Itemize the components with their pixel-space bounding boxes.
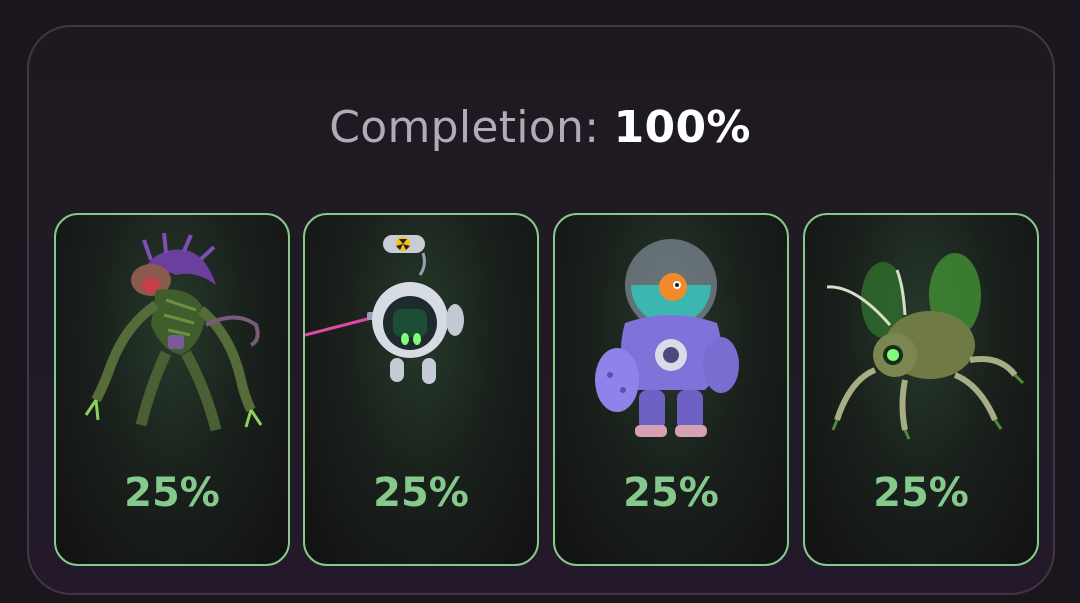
- character-card-3[interactable]: 25%: [553, 213, 789, 566]
- completion-value: 100%: [613, 102, 751, 153]
- card-percent: 25%: [124, 470, 220, 516]
- character-card-1[interactable]: 25%: [54, 213, 290, 566]
- completion-label: Completion:: [329, 102, 600, 153]
- mech-bug-icon: [826, 253, 1025, 440]
- mutant-beast-icon: [84, 232, 263, 432]
- armored-astronaut-icon: [595, 239, 739, 437]
- completion-heading: Completion: 100%: [0, 100, 1080, 156]
- card-percent: 25%: [623, 470, 719, 516]
- robot-drone-icon: [305, 235, 464, 384]
- card-percent: 25%: [873, 470, 969, 516]
- character-card-2[interactable]: 25%: [303, 213, 539, 566]
- character-card-4[interactable]: 25%: [803, 213, 1039, 566]
- card-percent: 25%: [373, 470, 469, 516]
- character-cards: 25% 25% 25% 25%: [54, 213, 1039, 566]
